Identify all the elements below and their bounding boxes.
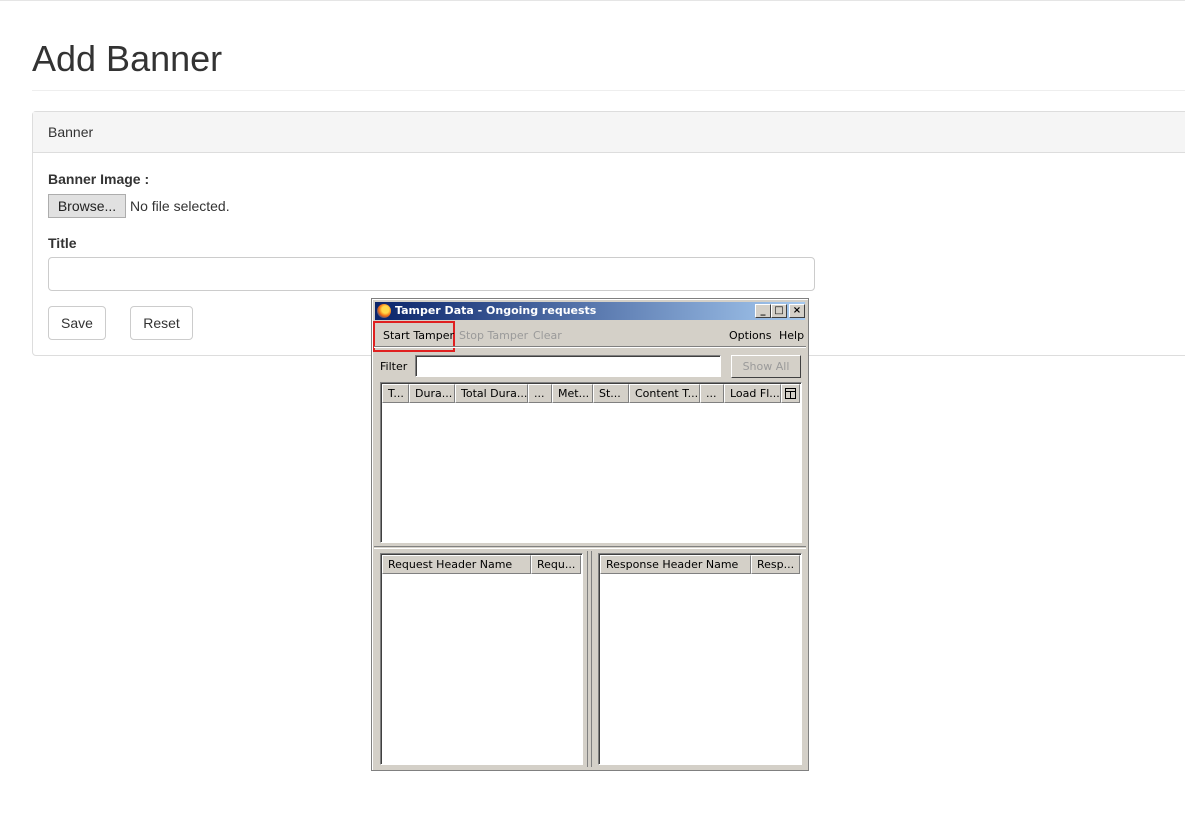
vertical-splitter-edge (591, 551, 592, 767)
requests-list[interactable]: T... Dura... Total Dura... ... Met... St… (380, 382, 802, 543)
vertical-splitter[interactable] (587, 551, 588, 767)
start-tamper-button[interactable]: Start Tamper (383, 329, 454, 343)
filter-label: Filter (380, 360, 408, 373)
top-border (0, 0, 1185, 1)
close-icon[interactable]: × (789, 304, 805, 318)
options-menu[interactable]: Options (729, 329, 771, 343)
column-header-request-name[interactable]: Request Header Name (382, 555, 531, 574)
horizontal-splitter-highlight (374, 548, 806, 549)
column-header-load-flags[interactable]: Load Fl... (724, 384, 781, 403)
filter-input[interactable] (415, 355, 721, 377)
column-header-response-name[interactable]: Response Header Name (600, 555, 751, 574)
panel-heading: Banner (33, 112, 1185, 153)
tamper-data-window: Tamper Data - Ongoing requests _ □ × Sta… (371, 298, 809, 771)
column-header-content-type[interactable]: Content T... (629, 384, 700, 403)
request-headers-list[interactable]: Request Header Name Requ... (380, 553, 583, 765)
horizontal-splitter[interactable] (374, 546, 806, 547)
window-title: Tamper Data - Ongoing requests (395, 304, 597, 317)
title-input[interactable] (48, 257, 815, 291)
title-divider (32, 90, 1185, 91)
toolbar-separator-highlight (374, 347, 806, 348)
column-header-size[interactable]: ... (528, 384, 552, 403)
column-header-response-value[interactable]: Resp... (751, 555, 800, 574)
window-title-bar[interactable]: Tamper Data - Ongoing requests _ □ × (375, 302, 805, 320)
show-all-button[interactable]: Show All (731, 355, 801, 378)
file-status-text: No file selected. (130, 198, 230, 214)
column-picker-icon[interactable] (781, 384, 800, 403)
column-header-status[interactable]: St... (593, 384, 629, 403)
column-header-duration[interactable]: Dura... (409, 384, 455, 403)
clear-button[interactable]: Clear (533, 329, 562, 343)
help-menu[interactable]: Help (779, 329, 804, 343)
stop-tamper-button[interactable]: Stop Tamper (459, 329, 528, 343)
response-headers-list[interactable]: Response Header Name Resp... (598, 553, 802, 765)
reset-button[interactable]: Reset (130, 306, 193, 340)
column-header-total-duration[interactable]: Total Dura... (455, 384, 528, 403)
minimize-icon[interactable]: _ (755, 304, 771, 318)
banner-image-label: Banner Image : (48, 171, 150, 187)
browse-button[interactable]: Browse... (48, 194, 126, 218)
title-label: Title (48, 235, 77, 251)
column-header-request-value[interactable]: Requ... (531, 555, 581, 574)
page-title: Add Banner (32, 38, 223, 79)
save-button[interactable]: Save (48, 306, 106, 340)
maximize-icon[interactable]: □ (771, 304, 787, 318)
firefox-icon (377, 304, 391, 318)
column-header-url[interactable]: ... (700, 384, 724, 403)
column-header-time[interactable]: T... (382, 384, 409, 403)
column-header-method[interactable]: Met... (552, 384, 593, 403)
